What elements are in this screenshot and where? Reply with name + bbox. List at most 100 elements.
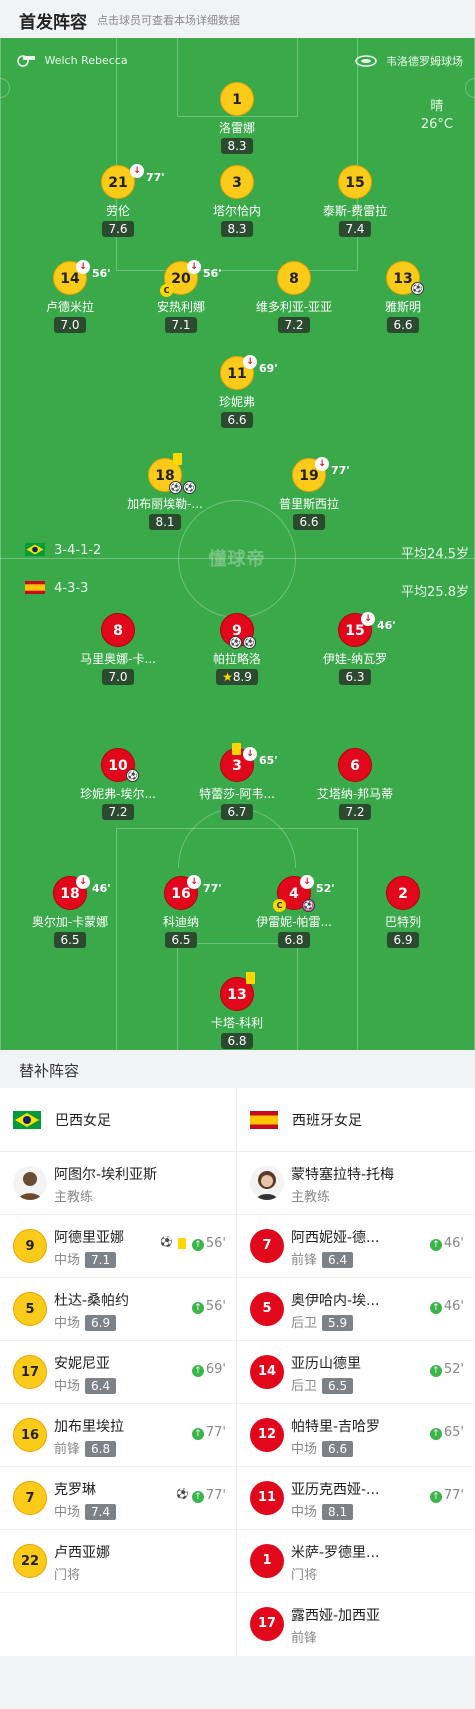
away-formation: 4-3-3 — [25, 581, 88, 596]
player-name: 塔尔恰内 — [212, 204, 261, 218]
sub-minute: 77' — [203, 882, 222, 895]
page-subtitle: 点击球员可查看本场详细数据 — [97, 14, 240, 27]
sub-number: 5 — [13, 1292, 47, 1326]
player-away-10[interactable]: 10 ⚽ 珍妮弗-埃尔... 7.2 — [58, 748, 178, 820]
sub-number: 17 — [250, 1607, 284, 1641]
player-away-13[interactable]: 13 卡塔-科利 6.8 — [177, 972, 297, 1049]
home-team-header[interactable]: 巴西女足 — [0, 1088, 236, 1152]
sub-name: 阿德里亚娜 — [54, 1230, 124, 1246]
sub-rating: 6.9 — [85, 1315, 117, 1331]
player-rating: 6.7 — [221, 804, 253, 820]
player-number: 19 — [299, 468, 319, 484]
player-away-3[interactable]: 3 ↓ 65' 特蕾莎-阿韦... 6.7 — [177, 743, 297, 820]
substitutes-section: 替补阵容 巴西女足 阿图尔-埃利亚斯 主教练 9 阿德里亚娜 中场 7.1 ⚽ ↑… — [0, 1050, 475, 1656]
player-name: 劳伦 — [105, 204, 130, 218]
player-number: 16 — [171, 886, 191, 902]
home-coach[interactable]: 阿图尔-埃利亚斯 主教练 — [0, 1152, 236, 1215]
player-away-15[interactable]: 15 ↓ 46' 伊娃-纳瓦罗 6.3 — [295, 612, 415, 685]
away-coach[interactable]: 蒙特塞拉特-托梅 主教练 — [237, 1152, 474, 1215]
player-away-8[interactable]: 8 马里奥娜-卡... 7.0 — [58, 613, 178, 685]
sub-name: 米萨-罗德里... — [291, 1545, 380, 1561]
player-home-8[interactable]: 8 维多利亚-亚亚 7.2 — [234, 261, 354, 333]
goal-icon: ⚽ — [176, 1489, 189, 1500]
sub-row[interactable]: 17 露西娅-加西亚 前锋 — [237, 1593, 474, 1656]
sub-minute: 65' — [443, 1425, 464, 1440]
spain-flag-icon — [25, 581, 45, 594]
player-rating: 7.0 — [102, 669, 134, 685]
home-avg-age: 平均24.5岁 — [401, 547, 469, 562]
sub-row[interactable]: 9 阿德里亚娜 中场 7.1 ⚽ ↑ 56' — [0, 1215, 236, 1278]
player-name: 维多利亚-亚亚 — [255, 300, 333, 314]
sub-in-icon: ↑ — [191, 1491, 204, 1503]
sub-row[interactable]: 14 亚历山德里 后卫 6.5 ↑ 52' — [237, 1341, 474, 1404]
player-away-6[interactable]: 6 艾塔纳-邦马蒂 7.2 — [295, 748, 415, 820]
sub-minute: 69' — [259, 362, 278, 375]
player-home-21[interactable]: 21 ↓ 77' 劳伦 7.6 — [58, 164, 178, 237]
sub-rating: 6.6 — [322, 1441, 354, 1457]
sub-row[interactable]: 5 奥伊哈内-埃... 后卫 5.9 ↑ 46' — [237, 1278, 474, 1341]
stadium-name: 韦洛德罗姆球场 — [386, 55, 463, 68]
sub-row[interactable]: 5 杜达-桑帕约 中场 6.9 ↑ 56' — [0, 1278, 236, 1341]
goal-icon: ⚽ — [229, 636, 242, 649]
player-home-20[interactable]: 20 ↓ 56' C 安热利娜 7.1 — [121, 260, 241, 333]
player-name: 科迪纳 — [162, 915, 199, 929]
player-rating: 7.2 — [339, 804, 371, 820]
sub-minute: 77' — [205, 1425, 226, 1440]
coach-name: 阿图尔-埃利亚斯 — [54, 1167, 158, 1183]
player-away-4[interactable]: 4 ↓ 52' C ⚽ 伊雷妮-帕雷... 6.8 — [234, 875, 354, 948]
player-name: 伊雷妮-帕雷... — [256, 915, 332, 929]
assist-icon: ⚽ — [411, 282, 424, 295]
player-away-16[interactable]: 16 ↓ 77' 科迪纳 6.5 — [121, 875, 241, 948]
player-away-18[interactable]: 18 ↓ 46' 奥尔加-卡蒙娜 6.5 — [10, 875, 130, 948]
sub-row[interactable]: 7 克罗琳 中场 7.4 ⚽ ↑ 77' — [0, 1467, 236, 1530]
player-home-1[interactable]: 1 洛雷娜 8.3 — [177, 82, 297, 154]
sub-out-icon: ↓ — [361, 612, 375, 626]
player-number: 8 — [101, 613, 135, 647]
sub-minute: 56' — [92, 267, 111, 280]
sub-number: 17 — [13, 1355, 47, 1389]
player-home-14[interactable]: 14 ↓ 56' 卢德米拉 7.0 — [10, 260, 130, 333]
coach-role: 主教练 — [54, 1190, 94, 1205]
sub-rating: 7.4 — [85, 1504, 117, 1520]
away-team-header[interactable]: 西班牙女足 — [237, 1088, 474, 1152]
sub-out-icon: ↓ — [243, 747, 257, 761]
whistle-icon — [15, 53, 37, 67]
player-home-18[interactable]: 18 ⚽ ⚽ 加布丽埃勒-... 8.1 — [105, 453, 225, 530]
sub-row[interactable]: 22 卢西亚娜 门将 — [0, 1530, 236, 1593]
sub-row[interactable]: 11 亚历克西娅-... 中场 8.1 ↑ 77' — [237, 1467, 474, 1530]
sub-in-icon: ↑ — [429, 1365, 442, 1377]
sub-in-icon: ↑ — [429, 1239, 442, 1251]
player-home-3[interactable]: 3 塔尔恰内 8.3 — [177, 165, 297, 237]
sub-position: 中场 — [54, 1379, 81, 1394]
sub-out-icon: ↓ — [130, 164, 144, 178]
player-home-11[interactable]: 11 ↓ 69' 珍妮弗 6.6 — [177, 355, 297, 428]
sub-row[interactable]: 1 米萨-罗德里... 门将 — [237, 1530, 474, 1593]
player-name: 雅斯明 — [384, 300, 421, 314]
player-rating: 7.0 — [54, 317, 86, 333]
sub-row[interactable]: 16 加布里埃拉 前锋 6.8 ↑ 77' — [0, 1404, 236, 1467]
sub-row[interactable]: 17 安妮尼亚 中场 6.4 ↑ 69' — [0, 1341, 236, 1404]
player-home-15[interactable]: 15 泰斯-费雷拉 7.4 — [295, 165, 415, 237]
player-number: 10 — [108, 758, 128, 774]
assist-icon: ⚽ — [183, 481, 196, 494]
watermark-logo: 懂球帝 — [208, 549, 266, 570]
player-away-9[interactable]: 9 ⚽ ⚽ 帕拉略洛 ★8.9 — [177, 613, 297, 685]
away-subs: 西班牙女足 蒙特塞拉特-托梅 主教练 7 阿西妮娅-德... 前锋 6.4 ↑ 46… — [237, 1088, 474, 1656]
player-number: 8 — [277, 261, 311, 295]
player-home-19[interactable]: 19 ↓ 77' 普里斯西拉 6.6 — [249, 457, 369, 530]
sub-row[interactable]: 7 阿西妮娅-德... 前锋 6.4 ↑ 46' — [237, 1215, 474, 1278]
brazil-flag-icon — [13, 1110, 41, 1129]
player-rating: 7.4 — [339, 221, 371, 237]
sub-minute: 65' — [259, 754, 278, 767]
sub-name: 安妮尼亚 — [54, 1356, 110, 1372]
sub-name: 帕特里-吉哈罗 — [291, 1419, 381, 1435]
sub-rating: 6.4 — [85, 1378, 117, 1394]
player-name: 卡塔-科利 — [210, 1016, 264, 1030]
sub-row[interactable]: 12 帕特里-吉哈罗 中场 6.6 ↑ 65' — [237, 1404, 474, 1467]
player-away-2[interactable]: 2 巴特列 6.9 — [343, 876, 463, 948]
sub-minute: 56' — [203, 267, 222, 280]
sub-minute: 77' — [205, 1488, 226, 1503]
goal-icon: ⚽ — [169, 481, 182, 494]
player-name: 马里奥娜-卡... — [80, 652, 156, 666]
player-home-13[interactable]: 13 ⚽ 雅斯明 6.6 — [343, 261, 463, 333]
